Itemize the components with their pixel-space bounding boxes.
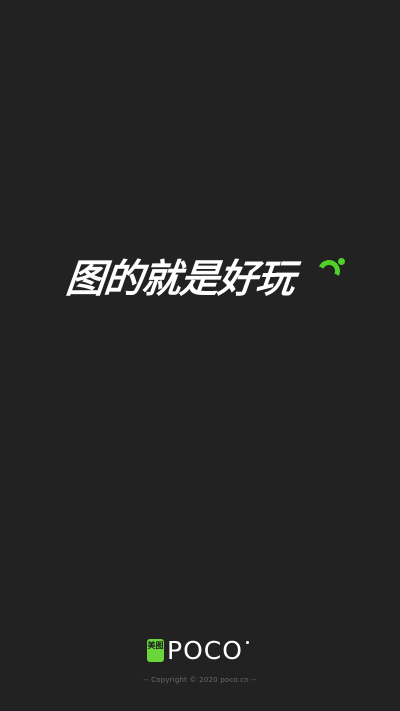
splash-slogan-area: 图的就是好玩	[0, 256, 400, 304]
slogan-text: 图的就是好玩	[63, 257, 297, 302]
brand-badge: 美图	[147, 639, 164, 662]
copyright-text: -- Copyright © 2020 poco.cn --	[143, 676, 257, 684]
slogan-accent-dot-icon	[338, 258, 345, 265]
brand-dot-icon	[246, 641, 249, 644]
brand-logo: 美图 POCO	[0, 636, 400, 666]
brand-wordmark: POCO	[167, 636, 243, 665]
